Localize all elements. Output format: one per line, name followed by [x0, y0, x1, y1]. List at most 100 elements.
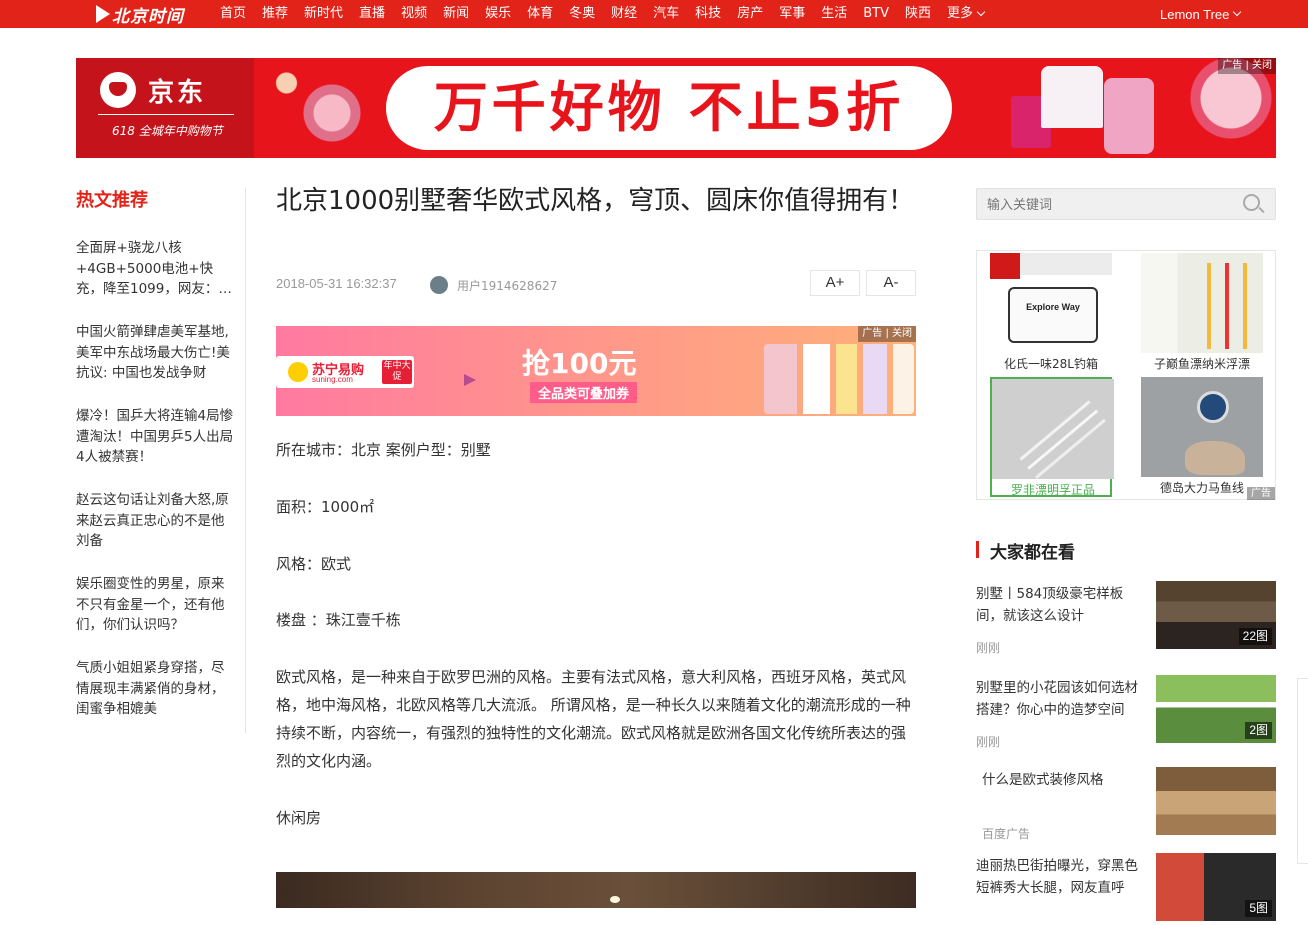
- nav-item-military[interactable]: 军事: [771, 0, 813, 28]
- image-count-badge: 22图: [1238, 628, 1272, 645]
- hot-article-item[interactable]: 全面屏+骁龙八核+4GB+5000电池+快充，降至1099，网友：良心价！: [76, 238, 236, 322]
- nav-item-new-era[interactable]: 新时代: [296, 0, 351, 28]
- nav-item-news[interactable]: 新闻: [435, 0, 477, 28]
- hot-article-item[interactable]: 爆冷！国乒大将连输4局惨遭淘汰！中国男乒5人出局4人被禁赛！: [76, 406, 236, 490]
- hot-article-title: 气质小姐姐紧身穿搭，尽情展现丰满紧俏的身材，闺蜜争相媲美: [76, 660, 225, 717]
- goods-title: 罗非漂明孚正品: [1010, 483, 1095, 497]
- nav-item-video[interactable]: 视频: [393, 0, 435, 28]
- play-icon: [464, 374, 476, 386]
- goods-item[interactable]: 德岛大力马鱼线: [1141, 377, 1263, 497]
- hot-article-item[interactable]: 娱乐圈变性的男星，原来不只有金星一个，还有他们，你们认识吗？: [76, 574, 236, 658]
- item-thumbnail: 5图: [1156, 853, 1276, 921]
- nav-item-btv[interactable]: BTV: [855, 0, 897, 28]
- item-time: 刚刚: [976, 641, 1001, 655]
- chevron-down-icon: [1233, 7, 1242, 17]
- hot-article-item[interactable]: 中国火箭弹肆虐美军基地,美军中东战场最大伤亡!美抗议: 中国也发战争财: [76, 322, 236, 406]
- item-thumbnail: 22图: [1156, 581, 1276, 649]
- jd-brand-block: 京东 618 全城年中购物节: [76, 58, 254, 158]
- user-name: Lemon Tree: [1160, 6, 1230, 22]
- article-date: 2018-05-31 16:32:37: [276, 276, 397, 291]
- site-logo-text: 北京时间: [112, 6, 184, 27]
- item-source: 百度广告: [982, 827, 1031, 841]
- nav-item-life[interactable]: 生活: [813, 0, 855, 28]
- hot-article-item[interactable]: 赵云这句话让刘备大怒,原来赵云真正忠心的不是他刘备: [76, 490, 236, 574]
- goods-title: 德岛大力马鱼线: [1159, 481, 1244, 495]
- item-thumbnail: 2图: [1156, 675, 1276, 743]
- promo-tag: [990, 253, 1020, 279]
- font-decrease-button[interactable]: A-: [866, 270, 916, 296]
- item-title: 什么是欧式装修风格: [982, 772, 1104, 788]
- ad-close-tag[interactable]: 广告 | 关闭: [1218, 58, 1276, 74]
- everyone-watching-item[interactable]: 什么是欧式装修风格 百度广告: [976, 767, 1276, 841]
- banner-decoration: [254, 58, 384, 158]
- jd-brand-name: 京东: [148, 78, 207, 108]
- article-paragraph: 面积：1000㎡: [276, 498, 375, 516]
- goods-title: 化氏一味28L钓箱: [1004, 357, 1098, 371]
- jd-divider: [98, 114, 234, 115]
- article-paragraph: 欧式风格，是一种来自于欧罗巴洲的风格。主要有法式风格，意大利风格，西班牙风格，英…: [276, 668, 911, 770]
- nav-item-auto[interactable]: 汽车: [645, 0, 687, 28]
- nav-item-winter-olympics[interactable]: 冬奥: [561, 0, 603, 28]
- hot-article-item[interactable]: 气质小姐姐紧身穿搭，尽情展现丰满紧俏的身材，闺蜜争相媲美: [76, 658, 236, 742]
- item-thumbnail: [1156, 767, 1276, 835]
- everyone-watching-item[interactable]: 别墅丨584顶级豪宅样板间，就该这么设计 刚刚 22图: [976, 581, 1276, 655]
- article-paragraph: 所在城市：北京 案例户型：别墅: [276, 441, 491, 459]
- search-box: [976, 188, 1276, 220]
- nav-item-realestate[interactable]: 房产: [729, 0, 771, 28]
- top-nav-bar: 北京时间 首页 推荐 新时代 直播 视频 新闻 娱乐 体育 冬奥 财经 汽车 科…: [0, 0, 1308, 28]
- chevron-down-icon: [976, 7, 986, 17]
- banner-headline: 万千好物 不止5折: [386, 66, 952, 150]
- nav-item-live[interactable]: 直播: [351, 0, 393, 28]
- goods-item[interactable]: 子巅鱼漂纳米浮漂: [1141, 253, 1263, 373]
- nav-menu: 首页 推荐 新时代 直播 视频 新闻 娱乐 体育 冬奥 财经 汽车 科技 房产 …: [212, 0, 992, 28]
- nav-item-entertainment[interactable]: 娱乐: [477, 0, 519, 28]
- goods-image: [992, 379, 1114, 479]
- site-logo[interactable]: 北京时间: [96, 2, 184, 27]
- suning-inline-ad[interactable]: 苏宁易购 suning.com 年中大促 抢100元 全品类可叠加券 广告 | …: [276, 326, 916, 416]
- goods-image: [990, 253, 1112, 353]
- nav-item-tech[interactable]: 科技: [687, 0, 729, 28]
- everyone-watching-title: 大家都在看: [990, 543, 1075, 563]
- search-icon[interactable]: [1243, 194, 1260, 211]
- ad-label: 广告: [1247, 487, 1275, 500]
- goods-item[interactable]: 化氏一味28L钓箱: [990, 253, 1112, 373]
- floating-side-toolbar[interactable]: [1297, 678, 1308, 864]
- user-menu[interactable]: Lemon Tree: [1160, 0, 1242, 28]
- item-title: 别墅里的小花园该如何选材搭建？你心中的造梦空间: [976, 680, 1138, 718]
- nav-item-recommend[interactable]: 推荐: [254, 0, 296, 28]
- ad-close-tag[interactable]: 广告 | 关闭: [858, 326, 916, 342]
- banner-product-tshirt: [1041, 66, 1103, 128]
- suning-subline: 全品类可叠加券: [530, 382, 638, 403]
- goods-title: 子巅鱼漂纳米浮漂: [1153, 357, 1250, 371]
- column-divider: [245, 188, 246, 733]
- search-input[interactable]: [987, 195, 1227, 215]
- image-count-badge: 5图: [1245, 900, 1272, 917]
- hot-article-title: 全面屏+骁龙八核+4GB+5000电池+快充，降至1099，网友：良心价！: [76, 240, 232, 297]
- nav-item-finance[interactable]: 财经: [603, 0, 645, 28]
- nav-item-sports[interactable]: 体育: [519, 0, 561, 28]
- hot-articles-list: 全面屏+骁龙八核+4GB+5000电池+快充，降至1099，网友：良心价！ 中国…: [76, 238, 236, 742]
- everyone-watching-item[interactable]: 迪丽热巴街拍曝光，穿黑色短裤秀大长腿，网友直呼 5图: [976, 853, 1276, 925]
- hot-article-title: 中国火箭弹肆虐美军基地,美军中东战场最大伤亡!美抗议: 中国也发战争财: [76, 324, 230, 381]
- goods-ad-grid: 化氏一味28L钓箱 子巅鱼漂纳米浮漂 罗非漂明孚正品 德岛大力马鱼线 广告: [976, 250, 1276, 500]
- author-avatar[interactable]: [430, 276, 448, 294]
- goods-image: [1141, 253, 1263, 353]
- nav-item-home[interactable]: 首页: [212, 0, 254, 28]
- article-image: [276, 872, 916, 908]
- goods-item[interactable]: 罗非漂明孚正品: [990, 377, 1114, 497]
- font-increase-button[interactable]: A+: [810, 270, 860, 296]
- jd-subtitle: 618 全城年中购物节: [112, 124, 223, 138]
- item-title: 迪丽热巴街拍曝光，穿黑色短裤秀大长腿，网友直呼: [976, 858, 1138, 896]
- article-author[interactable]: 用户1914628627: [457, 277, 557, 294]
- nav-item-shaanxi[interactable]: 陕西: [897, 0, 939, 28]
- everyone-watching-item[interactable]: 别墅里的小花园该如何选材搭建？你心中的造梦空间 刚刚 2图: [976, 675, 1276, 749]
- article-title: 北京1000别墅奢华欧式风格，穹顶、圆床你值得拥有！: [276, 186, 915, 216]
- article-paragraph: 休闲房: [276, 809, 322, 827]
- play-logo-icon: [96, 5, 110, 23]
- section-accent-bar: [976, 541, 979, 558]
- goods-image: [1141, 377, 1263, 477]
- hot-article-title: 赵云这句话让刘备大怒,原来赵云真正忠心的不是他刘备: [76, 492, 229, 549]
- suning-headline: 抢100元: [522, 347, 637, 380]
- jd-banner-ad[interactable]: 京东 618 全城年中购物节 万千好物 不止5折 广告 | 关闭: [76, 58, 1276, 158]
- nav-more-button[interactable]: 更多: [939, 0, 992, 28]
